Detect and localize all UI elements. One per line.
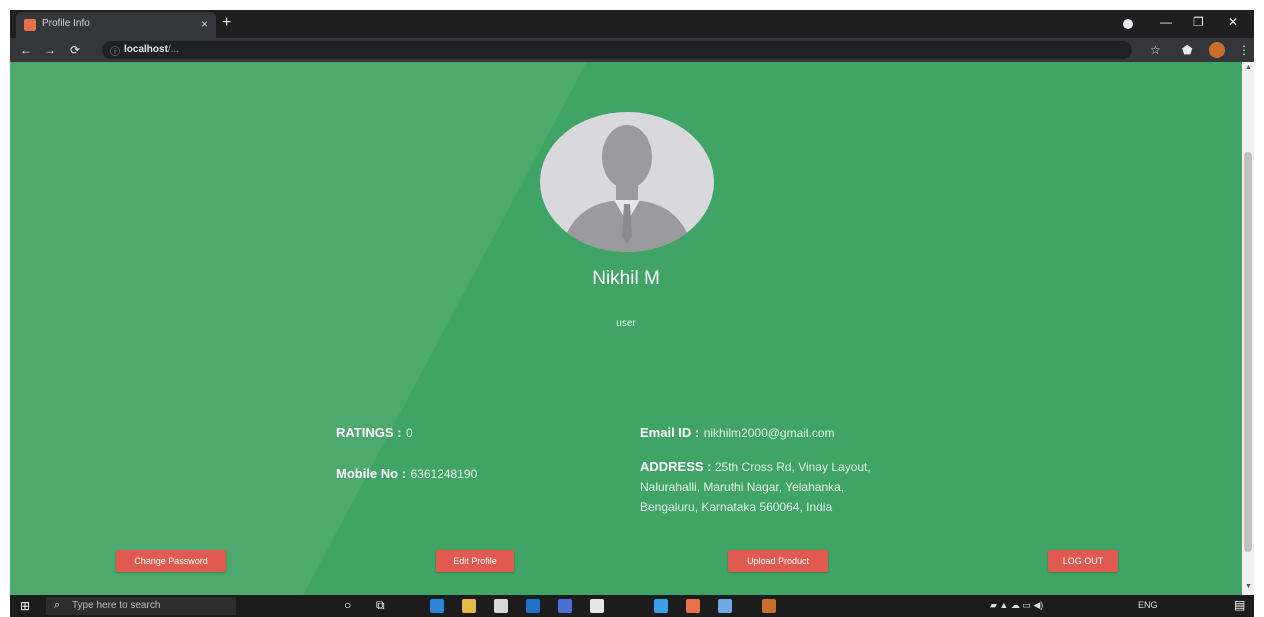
url-host: localhost (124, 44, 168, 55)
tray-language[interactable]: ENG (1138, 600, 1158, 610)
address-row: ADDRESS : 25th Cross Rd, Vinay Layout, N… (640, 457, 940, 517)
address-line-3: Bengaluru, Karnataka 560064, India (640, 500, 833, 514)
store-icon[interactable] (494, 599, 508, 613)
ratings-label: RATINGS : (336, 425, 402, 440)
address-line-2: Nalurahalli, Maruthi Nagar, Yelahanka, (640, 480, 845, 494)
calendar-icon[interactable] (558, 599, 572, 613)
extension-icon[interactable]: ⬟ (1182, 43, 1192, 57)
address-line-1: 25th Cross Rd, Vinay Layout, (714, 460, 871, 474)
url-path: /... (167, 44, 180, 55)
mobile-value: 6361248190 (410, 467, 478, 481)
file-explorer-icon[interactable] (462, 599, 476, 613)
mobile-label: Mobile No : (336, 466, 407, 481)
scroll-down-icon[interactable]: ▼ (1245, 583, 1252, 590)
profile-page: Nikhil M user RATINGS : 0 Email ID : nik… (10, 62, 1242, 595)
cortana-icon[interactable]: ○ (344, 598, 351, 612)
back-icon[interactable]: ← (20, 42, 32, 58)
profile-role: user (616, 318, 636, 329)
scroll-up-icon[interactable]: ▲ (1245, 64, 1252, 71)
email-label: Email ID : (640, 425, 700, 440)
tray-icons[interactable]: ▰ ▲ ☁ ▭ ◀) (990, 600, 1043, 611)
change-password-button[interactable]: Change Password (116, 550, 226, 572)
forward-icon[interactable]: → (44, 42, 56, 58)
url-text: localhost/... (124, 44, 179, 55)
taskbar-search[interactable]: ⌕ Type here to search (46, 597, 236, 615)
browser-window: Profile Info × + — ❐ ✕ ← → ⟳ ⓘ localhost… (10, 10, 1254, 617)
default-user-avatar-icon (560, 125, 694, 252)
vscode-icon[interactable] (654, 599, 668, 613)
email-row: Email ID : nikhilm2000@gmail.com (640, 424, 835, 442)
edit-profile-button[interactable]: Edit Profile (436, 550, 514, 572)
search-app-icon[interactable] (718, 599, 732, 613)
address-bar[interactable]: ⓘ localhost/... (102, 41, 1132, 59)
browser-account-icon[interactable] (1123, 19, 1133, 29)
chrome-icon[interactable] (762, 599, 776, 613)
page-scrollbar[interactable]: ▲ ▼ (1242, 62, 1254, 595)
active-tab[interactable]: Profile Info × (16, 12, 216, 38)
scroll-thumb[interactable] (1244, 152, 1252, 552)
favicon-icon (24, 19, 36, 31)
search-icon: ⌕ (54, 599, 61, 611)
ratings-value: 0 (405, 426, 413, 440)
email-value: nikhilm2000@gmail.com (703, 426, 835, 440)
reload-icon[interactable]: ⟳ (70, 42, 80, 58)
ratings-row: RATINGS : 0 (336, 424, 413, 442)
logout-button[interactable]: LOG OUT (1048, 550, 1118, 572)
minimize-icon[interactable]: — (1160, 14, 1172, 30)
bookmark-star-icon[interactable]: ☆ (1150, 43, 1161, 57)
task-view-icon[interactable]: ⧉ (376, 598, 385, 612)
site-info-icon[interactable]: ⓘ (110, 43, 120, 58)
profile-avatar-icon[interactable] (1209, 42, 1225, 58)
window-close-icon[interactable]: ✕ (1228, 14, 1238, 30)
new-tab-icon[interactable]: + (222, 14, 231, 32)
profile-name: Nikhil M (592, 268, 660, 289)
os-taskbar: ⊞ ⌕ Type here to search ○ ⧉ ▰ ▲ ☁ ▭ ◀) E… (10, 595, 1254, 617)
tab-title: Profile Info (42, 18, 90, 29)
windows-start-icon[interactable]: ⊞ (20, 600, 30, 612)
edge-icon[interactable] (430, 599, 444, 613)
restore-icon[interactable]: ❐ (1193, 14, 1204, 30)
avatar (540, 112, 714, 252)
notification-icon[interactable]: ▤ (1234, 598, 1245, 612)
address-label: ADDRESS : (640, 459, 712, 474)
app-icon[interactable] (686, 599, 700, 613)
tab-strip: Profile Info × + — ❐ ✕ (10, 10, 1254, 38)
upload-product-button[interactable]: Upload Product (728, 550, 828, 572)
terminal-icon[interactable] (590, 599, 604, 613)
mobile-row: Mobile No : 6361248190 (336, 465, 477, 483)
tab-close-icon[interactable]: × (201, 17, 208, 31)
menu-kebab-icon[interactable]: ⋮ (1238, 43, 1250, 57)
taskbar-search-placeholder: Type here to search (72, 600, 161, 611)
browser-toolbar: ← → ⟳ ⓘ localhost/... ☆ ⬟ ⋮ (10, 38, 1254, 62)
mail-icon[interactable] (526, 599, 540, 613)
